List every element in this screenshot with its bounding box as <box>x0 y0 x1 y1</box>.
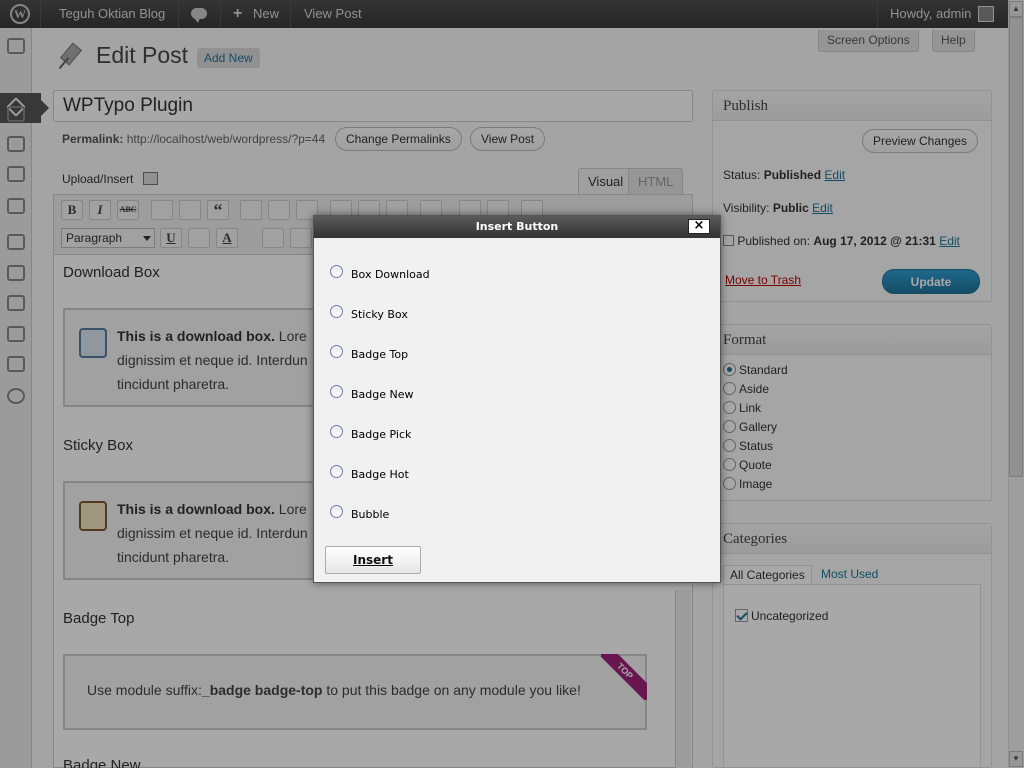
radio-icon[interactable] <box>330 305 343 318</box>
radio-icon[interactable] <box>330 345 343 358</box>
option-label: Badge Top <box>351 348 409 361</box>
radio-icon[interactable] <box>330 385 343 398</box>
option-label: Badge Hot <box>351 468 409 481</box>
insert-button-dialog: Insert Button × Box Download Sticky Box … <box>313 215 721 583</box>
insert-button[interactable]: Insert <box>325 546 421 574</box>
option-label: Badge New <box>351 388 414 401</box>
radio-icon[interactable] <box>330 265 343 278</box>
close-icon[interactable]: × <box>688 219 710 234</box>
option-label: Box Download <box>351 268 430 281</box>
option-label: Sticky Box <box>351 308 408 321</box>
radio-icon[interactable] <box>330 465 343 478</box>
radio-icon[interactable] <box>330 505 343 518</box>
option-label: Badge Pick <box>351 428 412 441</box>
radio-icon[interactable] <box>330 425 343 438</box>
dialog-title: Insert Button <box>475 220 559 233</box>
option-label: Bubble <box>351 508 390 521</box>
